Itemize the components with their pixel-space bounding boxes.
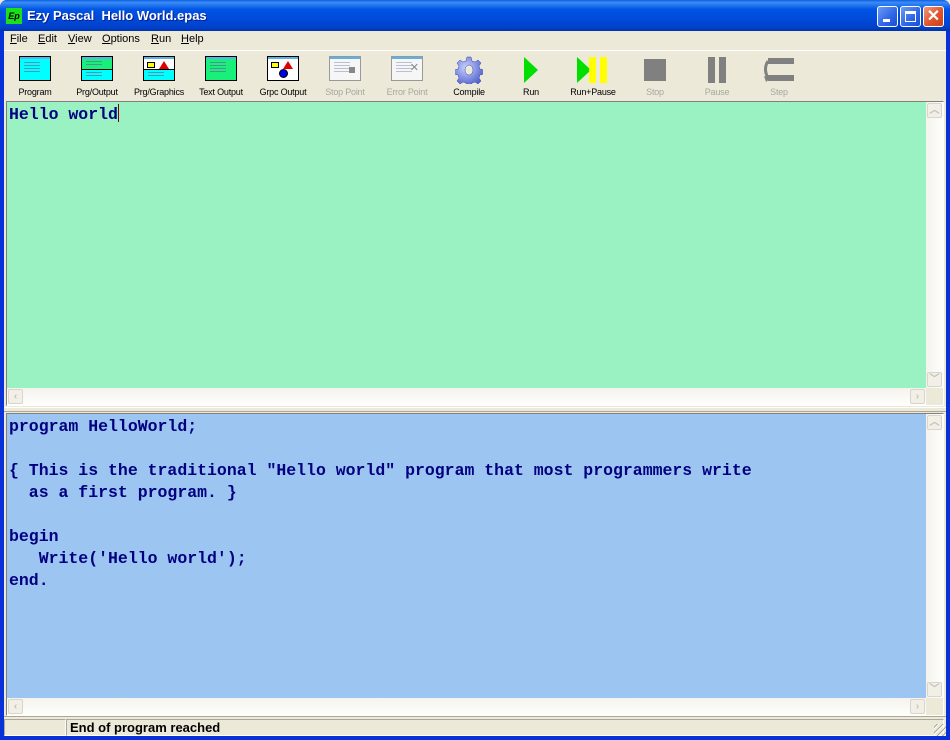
menu-view[interactable]: View — [68, 33, 92, 45]
code-horizontal-scrollbar[interactable]: ‹ › — [7, 698, 926, 715]
status-message: End of program reached — [66, 719, 944, 736]
maximize-icon — [905, 11, 916, 22]
compile-button[interactable]: Compile — [438, 51, 500, 99]
output-text-area[interactable]: Hello world — [7, 102, 926, 388]
maximize-button[interactable] — [900, 6, 921, 27]
code-line: as a first program. } — [9, 483, 237, 502]
scroll-down-button[interactable]: ﹀ — [927, 682, 942, 697]
stop-button[interactable]: Stop — [624, 51, 686, 99]
code-line: { This is the traditional "Hello world" … — [9, 461, 752, 480]
program-layout-button[interactable]: Program — [4, 51, 66, 99]
code-line: Write('Hello world'); — [9, 549, 247, 568]
menu-options[interactable]: Options — [102, 33, 140, 45]
program-graphics-layout-button[interactable]: Prg/Graphics — [128, 51, 190, 99]
menu-run[interactable]: Run — [151, 33, 171, 45]
pause-icon — [707, 56, 727, 87]
stop-point-icon — [329, 56, 361, 81]
close-icon: ✕ — [926, 8, 941, 25]
client-area: File Edit View Options Run Help Program … — [4, 31, 946, 736]
pane-splitter[interactable] — [4, 407, 946, 412]
window-title: Ezy Pascal Hello World.epas — [27, 8, 207, 23]
text-output-layout-icon — [205, 56, 237, 81]
program-layout-icon — [19, 56, 51, 81]
scroll-up-button[interactable]: ︿ — [927, 103, 942, 118]
stop-icon — [643, 56, 667, 87]
status-bar: End of program reached — [4, 716, 946, 736]
scroll-corner — [926, 388, 943, 405]
code-editor-pane[interactable]: program HelloWorld;​{ This is the tradit… — [6, 413, 944, 716]
code-line: program HelloWorld; — [9, 417, 198, 436]
code-line: begin — [9, 527, 59, 546]
pause-button[interactable]: Pause — [686, 51, 748, 99]
scroll-right-button[interactable]: › — [910, 389, 925, 404]
minimize-icon — [883, 19, 890, 22]
app-logo-icon: Ep — [6, 8, 22, 24]
minimize-button[interactable] — [877, 6, 898, 27]
code-vertical-scrollbar[interactable]: ︿ ﹀ — [926, 414, 943, 698]
code-line: ​ — [9, 438, 926, 460]
resize-grip-icon[interactable] — [934, 724, 946, 736]
run-pause-icon — [575, 56, 611, 87]
scroll-left-button[interactable]: ‹ — [8, 699, 23, 714]
program-output-layout-button[interactable]: Prg/Output — [66, 51, 128, 99]
text-output-layout-button[interactable]: Text Output — [190, 51, 252, 99]
scroll-left-button[interactable]: ‹ — [8, 389, 23, 404]
code-line: end. — [9, 571, 49, 590]
output-horizontal-scrollbar[interactable]: ‹ › — [7, 388, 926, 405]
output-pane[interactable]: Hello world ︿ ﹀ ‹ › — [6, 101, 944, 406]
program-output-layout-icon — [81, 56, 113, 81]
step-button[interactable]: Step — [748, 51, 810, 99]
error-point-icon: ✕ — [391, 56, 423, 81]
title-bar[interactable]: Ep Ezy Pascal Hello World.epas ✕ — [0, 0, 950, 31]
menu-bar: File Edit View Options Run Help — [4, 31, 946, 49]
run-button[interactable]: Run — [500, 51, 562, 99]
program-graphics-layout-icon — [143, 56, 175, 81]
scroll-corner — [926, 698, 943, 715]
code-editor[interactable]: program HelloWorld;​{ This is the tradit… — [7, 414, 926, 698]
toolbar: Program Prg/Output Prg/Graphics Text Out… — [4, 50, 946, 100]
scroll-right-button[interactable]: › — [910, 699, 925, 714]
text-caret — [117, 104, 119, 122]
status-cell-empty — [4, 719, 66, 736]
stop-point-button[interactable]: Stop Point — [314, 51, 376, 99]
output-vertical-scrollbar[interactable]: ︿ ﹀ — [926, 102, 943, 388]
menu-help[interactable]: Help — [181, 33, 204, 45]
code-line: ​ — [9, 504, 926, 526]
menu-file[interactable]: File — [10, 33, 28, 45]
output-text: Hello world — [9, 105, 118, 124]
run-pause-button[interactable]: Run+Pause — [562, 51, 624, 99]
graphics-output-layout-icon — [267, 56, 299, 81]
graphics-output-layout-button[interactable]: Grpc Output — [252, 51, 314, 99]
error-point-button[interactable]: ✕ Error Point — [376, 51, 438, 99]
close-button[interactable]: ✕ — [923, 6, 944, 27]
menu-edit[interactable]: Edit — [38, 33, 57, 45]
play-icon — [522, 56, 540, 87]
gear-icon — [453, 56, 485, 88]
scroll-up-button[interactable]: ︿ — [927, 415, 942, 430]
app-window: Ep Ezy Pascal Hello World.epas ✕ File Ed… — [0, 0, 950, 740]
scroll-down-button[interactable]: ﹀ — [927, 372, 942, 387]
step-icon — [762, 56, 796, 87]
